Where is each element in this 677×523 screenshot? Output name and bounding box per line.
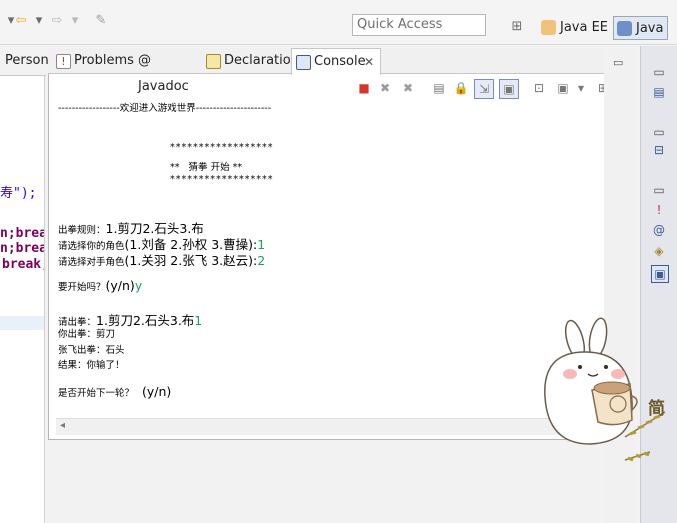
- remove-all-terminated-icon[interactable]: ✖: [399, 79, 417, 97]
- outline-icon[interactable]: ▤: [651, 84, 667, 100]
- console-banner-top: ******************: [170, 142, 274, 153]
- console-mini-icon[interactable]: ▣: [651, 265, 669, 283]
- perspective-java-label: Java: [636, 21, 664, 36]
- close-tab-icon[interactable]: ✕: [364, 49, 374, 75]
- view-tabbar: ! Problems @ Javadoc Declaration Console…: [48, 48, 636, 94]
- tab-problems-label: Problems: [74, 53, 134, 68]
- tab-console-label: Console: [314, 54, 366, 69]
- remove-launch-icon[interactable]: ✖: [376, 79, 394, 97]
- tab-javadoc-label: @ Javadoc: [138, 53, 189, 94]
- code-line-4: break;: [2, 257, 44, 272]
- console-banner-title: ** 猜拳 开始 **: [170, 162, 243, 173]
- mascot-sticker: 简: [530, 312, 677, 472]
- tab-declaration-label: Declaration: [224, 53, 299, 68]
- terminate-icon[interactable]: ■: [355, 79, 373, 97]
- sticker-text: 简: [648, 399, 665, 419]
- code-line-1: 寿");: [0, 186, 37, 201]
- back-dropdown-icon[interactable]: ▾: [30, 12, 48, 30]
- pin-editor-icon[interactable]: ✎: [92, 12, 110, 30]
- show-console-on-output-icon[interactable]: ▣: [499, 79, 519, 99]
- declaration-mini-icon[interactable]: ◈: [651, 243, 667, 259]
- main-toolbar: ▾ ⇦ ▾ ⇨ ▾ ✎ Quick Access ⊞ Java EE Java: [0, 0, 677, 45]
- tab-declaration[interactable]: Declaration: [202, 48, 299, 74]
- console-start-prompt: 要开始吗？(y/n)y: [58, 278, 143, 293]
- console-choose-opponent: 请选择对手角色(1.关羽 2.张飞 3.赵云):2: [58, 253, 266, 268]
- scroll-lock-icon[interactable]: 🔒: [452, 79, 470, 97]
- console-result: 结果：你输了！: [58, 360, 125, 371]
- tab-problems[interactable]: ! Problems: [52, 48, 134, 74]
- maximize-editor-icon[interactable]: ▭: [613, 56, 623, 69]
- back-icon[interactable]: ⇦: [12, 12, 30, 30]
- console-header: ------------------欢迎进入游戏世界--------------…: [58, 103, 272, 114]
- console-banner-bottom: ******************: [170, 174, 274, 185]
- javadoc-mini-icon[interactable]: @: [651, 222, 667, 238]
- pin-console-icon[interactable]: ⊡: [530, 79, 548, 97]
- declaration-icon: [206, 54, 221, 69]
- quick-access-input[interactable]: Quick Access: [352, 14, 486, 36]
- forward-dropdown-icon[interactable]: ▾: [66, 12, 84, 30]
- code-line-3: n;break: [0, 241, 44, 256]
- display-console-icon[interactable]: ▣: [554, 79, 572, 97]
- restore-view-3-icon[interactable]: ▭: [651, 182, 667, 198]
- perspective-java-ee-label: Java EE: [560, 20, 609, 35]
- forward-icon[interactable]: ⇨: [48, 12, 66, 30]
- open-perspective-icon[interactable]: ⊞: [508, 18, 526, 36]
- hierarchy-icon[interactable]: ⊟: [651, 142, 667, 158]
- restore-view-icon[interactable]: ▭: [651, 64, 667, 80]
- mascot-illustration: [544, 317, 666, 462]
- tab-console[interactable]: Console ✕: [291, 48, 381, 75]
- console-opponent-punch: 张飞出拳：石头: [58, 345, 125, 356]
- java-ee-icon: [541, 20, 556, 35]
- current-line-highlight: [0, 316, 44, 330]
- problems-icon: !: [56, 54, 71, 69]
- java-perspective-icon: [617, 21, 632, 36]
- console-next-prompt: 是否开始下一轮？ (y/n): [58, 384, 172, 399]
- perspective-java-ee[interactable]: Java EE: [538, 16, 612, 40]
- problems-mini-icon[interactable]: !: [651, 202, 667, 218]
- editor-code: 寿"); n;break n;break break;: [0, 46, 44, 523]
- code-line-2: n;break: [0, 226, 44, 241]
- word-wrap-icon[interactable]: ⇲: [474, 79, 494, 99]
- tab-javadoc[interactable]: @ Javadoc: [132, 48, 200, 94]
- console-you-punch: 你出拳：剪刀: [58, 329, 116, 340]
- clear-console-icon[interactable]: ▤: [430, 79, 448, 97]
- restore-view-2-icon[interactable]: ▭: [651, 124, 667, 140]
- perspective-java[interactable]: Java: [613, 16, 669, 40]
- console-icon: [296, 55, 311, 70]
- display-console-dropdown-icon[interactable]: ▾: [572, 79, 590, 97]
- scroll-left-icon[interactable]: ◂: [60, 420, 65, 431]
